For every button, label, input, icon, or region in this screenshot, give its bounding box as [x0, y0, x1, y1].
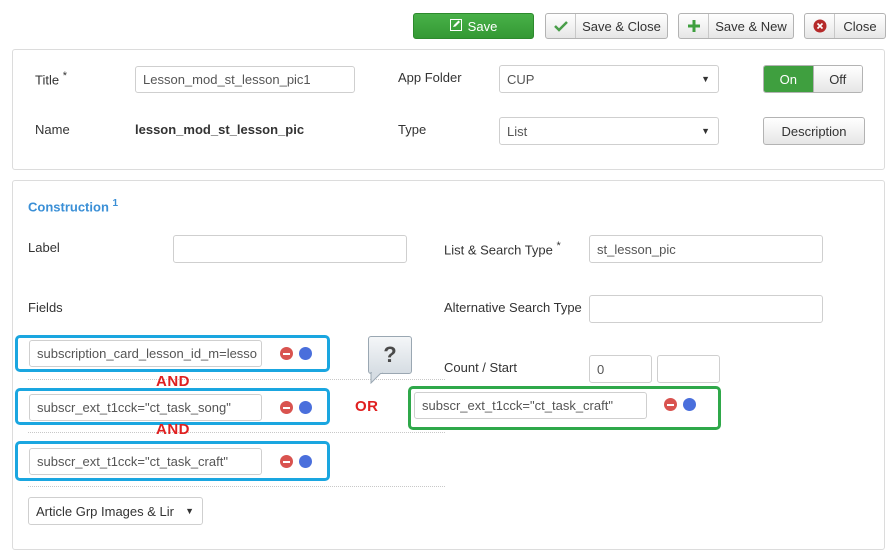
- check-icon: [546, 14, 576, 38]
- save-close-label: Save & Close: [582, 18, 661, 34]
- add-field-icon[interactable]: [299, 455, 312, 468]
- alt-search-type-input[interactable]: [589, 295, 823, 323]
- list-search-type-input[interactable]: st_lesson_pic: [589, 235, 823, 263]
- or-field-input[interactable]: subscr_ext_t1cck="ct_task_craft": [414, 392, 647, 419]
- field-input-3[interactable]: subscr_ext_t1cck="ct_task_craft": [29, 448, 262, 475]
- plus-icon: [679, 14, 709, 38]
- type-select[interactable]: List ▼: [499, 117, 719, 145]
- field-input-2[interactable]: subscr_ext_t1cck="ct_task_song": [29, 394, 262, 421]
- save-icon: [449, 18, 462, 34]
- save-button[interactable]: Save: [413, 13, 534, 39]
- add-field-icon[interactable]: [299, 347, 312, 360]
- construction-sup: 1: [112, 198, 119, 209]
- name-value: lesson_mod_st_lesson_pic: [135, 122, 305, 137]
- construction-heading: Construction 1: [28, 198, 119, 215]
- field-separator: [28, 486, 445, 487]
- remove-field-icon[interactable]: [280, 401, 293, 414]
- state-on-button[interactable]: On: [764, 66, 813, 92]
- and-annotation-2: AND: [156, 421, 190, 438]
- chevron-down-icon: ▼: [701, 74, 710, 84]
- app-folder-value: CUP: [507, 71, 535, 87]
- name-label: Name: [35, 122, 70, 137]
- close-button[interactable]: Close: [804, 13, 886, 39]
- state-toggle[interactable]: On Off: [763, 65, 863, 93]
- required-mark: *: [556, 240, 561, 252]
- field-input-1[interactable]: subscription_card_lesson_id_m=lesso: [29, 340, 262, 367]
- remove-field-icon[interactable]: [280, 347, 293, 360]
- article-group-value: Article Grp Images & Lir: [36, 503, 174, 519]
- field-separator: [28, 432, 445, 433]
- chevron-down-icon: ▼: [185, 506, 194, 516]
- close-icon: [805, 14, 835, 38]
- chevron-down-icon: ▼: [701, 126, 710, 136]
- add-field-icon[interactable]: [683, 398, 696, 411]
- remove-field-icon[interactable]: [280, 455, 293, 468]
- alt-search-type-label: Alternative Search Type: [444, 300, 582, 315]
- app-folder-select[interactable]: CUP ▼: [499, 65, 719, 93]
- title-label: Title *: [35, 70, 67, 88]
- label-label: Label: [28, 240, 60, 255]
- or-annotation: OR: [355, 398, 379, 415]
- count-input[interactable]: 0: [589, 355, 652, 383]
- bubble-tail: [370, 372, 383, 384]
- question-bubble: ?: [368, 336, 412, 374]
- save-new-label: Save & New: [715, 18, 787, 34]
- save-button-label: Save: [467, 18, 498, 34]
- count-start-label: Count / Start: [444, 360, 517, 375]
- start-input[interactable]: [657, 355, 720, 383]
- save-close-button[interactable]: Save & Close: [545, 13, 668, 39]
- type-label: Type: [398, 122, 427, 137]
- state-off-button[interactable]: Off: [812, 66, 862, 92]
- fields-label: Fields: [28, 300, 63, 315]
- remove-field-icon[interactable]: [664, 398, 677, 411]
- article-group-select[interactable]: Article Grp Images & Lir ▼: [28, 497, 203, 525]
- save-new-button[interactable]: Save & New: [678, 13, 794, 39]
- app-folder-label: App Folder: [398, 70, 462, 85]
- title-input[interactable]: Lesson_mod_st_lesson_pic1: [135, 66, 355, 93]
- type-value: List: [507, 123, 528, 139]
- add-field-icon[interactable]: [299, 401, 312, 414]
- description-label: Description: [781, 123, 847, 139]
- close-label: Close: [843, 18, 877, 34]
- list-search-type-label: List & Search Type *: [444, 240, 561, 258]
- label-input[interactable]: [173, 235, 407, 263]
- description-button[interactable]: Description: [763, 117, 865, 145]
- required-mark: *: [62, 70, 67, 82]
